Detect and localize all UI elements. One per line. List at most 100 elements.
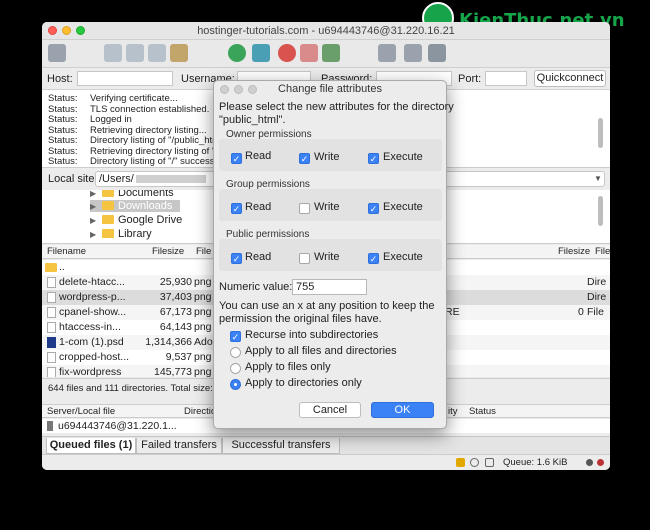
toolbar <box>42 40 610 68</box>
column-filename[interactable]: Filename <box>47 246 86 257</box>
public-execute-label: Execute <box>383 251 423 263</box>
window-title: hostinger-tutorials.com - u694443746@31.… <box>197 25 455 37</box>
file-icon <box>47 277 56 288</box>
disconnect-icon[interactable] <box>300 44 318 62</box>
toggle-log-icon[interactable] <box>104 44 122 62</box>
tree-item[interactable]: ▶ Google Drive <box>90 214 182 226</box>
compare-icon[interactable] <box>378 44 396 62</box>
tab-successful-transfers[interactable]: Successful transfers <box>222 438 340 454</box>
indicator-icon <box>597 459 604 466</box>
public-write-label: Write <box>314 251 340 263</box>
psd-file-icon <box>47 337 56 348</box>
numeric-value-label: Numeric value: <box>219 281 293 293</box>
owner-execute-checkbox[interactable]: ✓ <box>368 153 379 164</box>
public-permissions-group: Public permissions ✓ Read Write ✓ Execut… <box>219 229 442 271</box>
owner-write-checkbox[interactable]: ✓ <box>299 153 310 164</box>
chevron-right-icon[interactable]: ▶ <box>90 216 102 225</box>
group-execute-label: Execute <box>383 201 423 213</box>
tree-scrollbar[interactable] <box>598 196 603 226</box>
log-scrollbar[interactable] <box>598 118 603 148</box>
file-icon <box>47 352 56 363</box>
public-execute-checkbox[interactable]: ✓ <box>368 253 379 264</box>
dialog-intro-dir: "public_html". <box>219 114 286 126</box>
folder-icon <box>102 229 114 238</box>
chevron-down-icon[interactable]: ▼ <box>594 174 602 183</box>
lock-icon <box>456 458 465 467</box>
port-label: Port: <box>458 73 482 85</box>
owner-permissions-label: Owner permissions <box>226 129 312 140</box>
radio-apply-files-label: Apply to files only <box>245 361 331 373</box>
filter-icon[interactable] <box>485 458 494 467</box>
group-write-checkbox[interactable] <box>299 203 310 214</box>
chevron-right-icon[interactable]: ▶ <box>90 230 102 239</box>
dialog-title: Change file attributes <box>278 83 382 95</box>
reconnect-icon[interactable] <box>322 44 340 62</box>
toggle-local-tree-icon[interactable] <box>126 44 144 62</box>
tree-item[interactable]: ▶ Documents <box>90 190 174 199</box>
search-icon[interactable] <box>428 44 446 62</box>
column-priority[interactable]: ity <box>448 406 458 417</box>
column-server-local-file[interactable]: Server/Local file <box>47 406 115 417</box>
folder-icon <box>102 201 114 210</box>
owner-execute-label: Execute <box>383 151 423 163</box>
queue-tabs: Queued files (1) Failed transfers Succes… <box>42 436 610 454</box>
column-filesize[interactable]: Filesize <box>152 246 184 257</box>
ok-button[interactable]: OK <box>371 402 434 418</box>
column-filetype[interactable]: File <box>196 246 211 257</box>
gear-icon[interactable] <box>470 458 479 467</box>
sync-browse-icon[interactable] <box>404 44 422 62</box>
toggle-remote-tree-icon[interactable] <box>148 44 166 62</box>
log-row: Status: Directory listing of "/" successf <box>48 156 218 167</box>
radio-apply-all-label: Apply to all files and directories <box>245 345 397 357</box>
group-permissions-group: Group permissions ✓ Read Write ✓ Execute <box>219 179 442 221</box>
site-manager-icon[interactable] <box>48 44 66 62</box>
radio-apply-files[interactable] <box>230 363 241 374</box>
owner-permissions-group: Owner permissions ✓ Read ✓ Write ✓ Execu… <box>219 129 442 171</box>
owner-write-label: Write <box>314 151 340 163</box>
owner-read-checkbox[interactable]: ✓ <box>231 153 242 164</box>
quickconnect-button[interactable]: Quickconnect <box>534 70 606 87</box>
folder-icon <box>45 263 57 272</box>
tab-failed-transfers[interactable]: Failed transfers <box>136 438 222 454</box>
host-input[interactable] <box>77 71 173 86</box>
group-permissions-label: Group permissions <box>226 179 310 190</box>
title-bar: hostinger-tutorials.com - u694443746@31.… <box>42 22 610 40</box>
public-write-checkbox[interactable] <box>299 253 310 264</box>
public-read-checkbox[interactable]: ✓ <box>231 253 242 264</box>
folder-icon <box>102 190 114 197</box>
radio-apply-all[interactable] <box>230 347 241 358</box>
numeric-value-input[interactable]: 755 <box>292 279 367 295</box>
refresh-icon[interactable] <box>228 44 246 62</box>
recurse-label: Recurse into subdirectories <box>245 329 379 341</box>
radio-apply-dirs-label: Apply to directories only <box>245 377 362 389</box>
file-icon <box>47 367 56 377</box>
port-input[interactable] <box>485 71 527 86</box>
cancel-operation-icon[interactable] <box>278 44 296 62</box>
recurse-checkbox[interactable]: ✓ <box>230 331 241 342</box>
numeric-hint-2: permission the original files have. <box>219 313 382 325</box>
tree-item[interactable]: ▶ Library <box>90 228 152 240</box>
file-icon <box>47 292 56 303</box>
chevron-right-icon[interactable]: ▶ <box>90 190 102 198</box>
owner-read-label: Read <box>245 150 272 162</box>
public-permissions-label: Public permissions <box>226 229 310 240</box>
group-read-checkbox[interactable]: ✓ <box>231 203 242 214</box>
folder-icon <box>102 215 114 224</box>
tab-queued-files[interactable]: Queued files (1) <box>46 438 136 454</box>
tree-item[interactable]: ▶ Downloads <box>90 200 181 212</box>
column-status[interactable]: Status <box>469 406 496 417</box>
column-remote-filesize[interactable]: Filesize <box>558 246 590 257</box>
chevron-right-icon[interactable]: ▶ <box>90 202 102 211</box>
radio-apply-dirs[interactable] <box>230 379 241 390</box>
transfer-queue-icon[interactable] <box>170 44 188 62</box>
status-bar: Queue: 1.6 KiB <box>42 454 610 470</box>
process-queue-icon[interactable] <box>252 44 270 62</box>
public-read-label: Read <box>245 251 272 263</box>
column-remote-filetype[interactable]: File <box>595 246 610 257</box>
cancel-button[interactable]: Cancel <box>299 402 361 418</box>
dialog-intro: Please select the new attributes for the… <box>219 101 454 113</box>
server-icon <box>47 421 53 431</box>
local-site-label: Local site: <box>48 173 98 185</box>
column-direction[interactable]: Directio <box>184 406 216 417</box>
group-execute-checkbox[interactable]: ✓ <box>368 203 379 214</box>
